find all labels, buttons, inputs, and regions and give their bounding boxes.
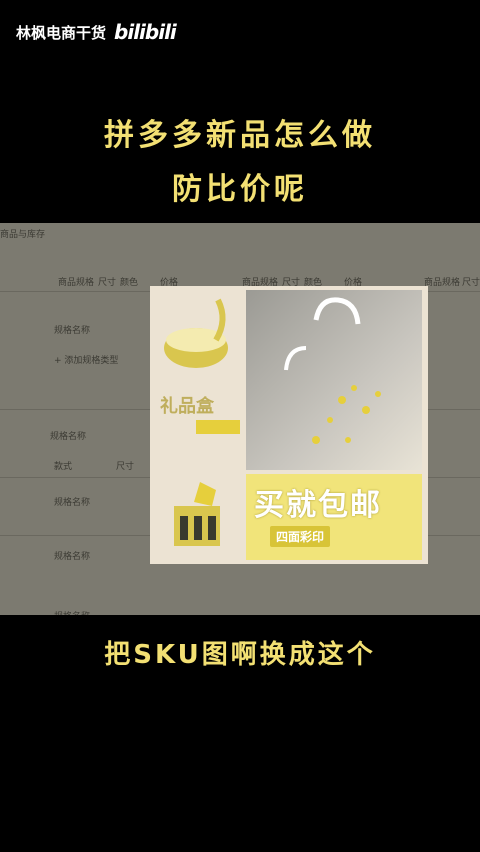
promo-sub-text: 四面彩印 — [270, 526, 331, 547]
bowl-image — [156, 290, 240, 378]
gift-box-banner — [196, 420, 240, 434]
gift-box-label: 礼品盒 — [160, 396, 214, 417]
subtitle-caption: 把SKU图啊换成这个 — [104, 640, 376, 670]
title-line-2: 防比价呢 — [172, 172, 308, 207]
gift-box-image: 礼品盒 — [156, 384, 240, 472]
col-header: 商品规格 — [424, 278, 461, 288]
channel-name: 林枫电商干货 — [16, 23, 107, 42]
row-label: 规格名称 — [50, 432, 87, 442]
row-label: 规格名称 — [54, 552, 91, 562]
col-header: 商品规格 — [58, 278, 95, 288]
row-label: 款式 — [54, 462, 73, 472]
row-label: 规格名称 — [54, 609, 90, 615]
bilibili-logo: bilibili — [114, 20, 177, 44]
row-label: 规格名称 — [54, 498, 91, 508]
promo-main-text: 买就包邮 — [254, 488, 382, 523]
product-box-image — [156, 476, 240, 560]
video-header: 林枫电商干货 bilibili — [16, 20, 177, 44]
screenshot-heading: 商品与库存 — [0, 230, 46, 240]
row-label: 尺寸 — [116, 462, 135, 472]
sku-image-collage: 礼品盒 买就包邮 四面彩印 — [150, 286, 428, 564]
col-header: 尺寸 — [462, 278, 480, 288]
sku-screenshot: 商品与库存 商品规格 尺寸 颜色 价格 商品规格 尺寸 颜色 价格 商品规格 尺… — [0, 223, 480, 615]
col-header: 尺寸 — [98, 278, 117, 288]
add-spec-link[interactable]: + 添加规格类型 — [54, 353, 118, 366]
title-line-1: 拼多多新品怎么做 — [104, 118, 376, 153]
promo-banner: 买就包邮 四面彩印 — [246, 474, 422, 560]
col-header: 颜色 — [120, 278, 139, 288]
row-label: 规格名称 — [54, 326, 91, 336]
tote-bag-image — [246, 290, 422, 470]
